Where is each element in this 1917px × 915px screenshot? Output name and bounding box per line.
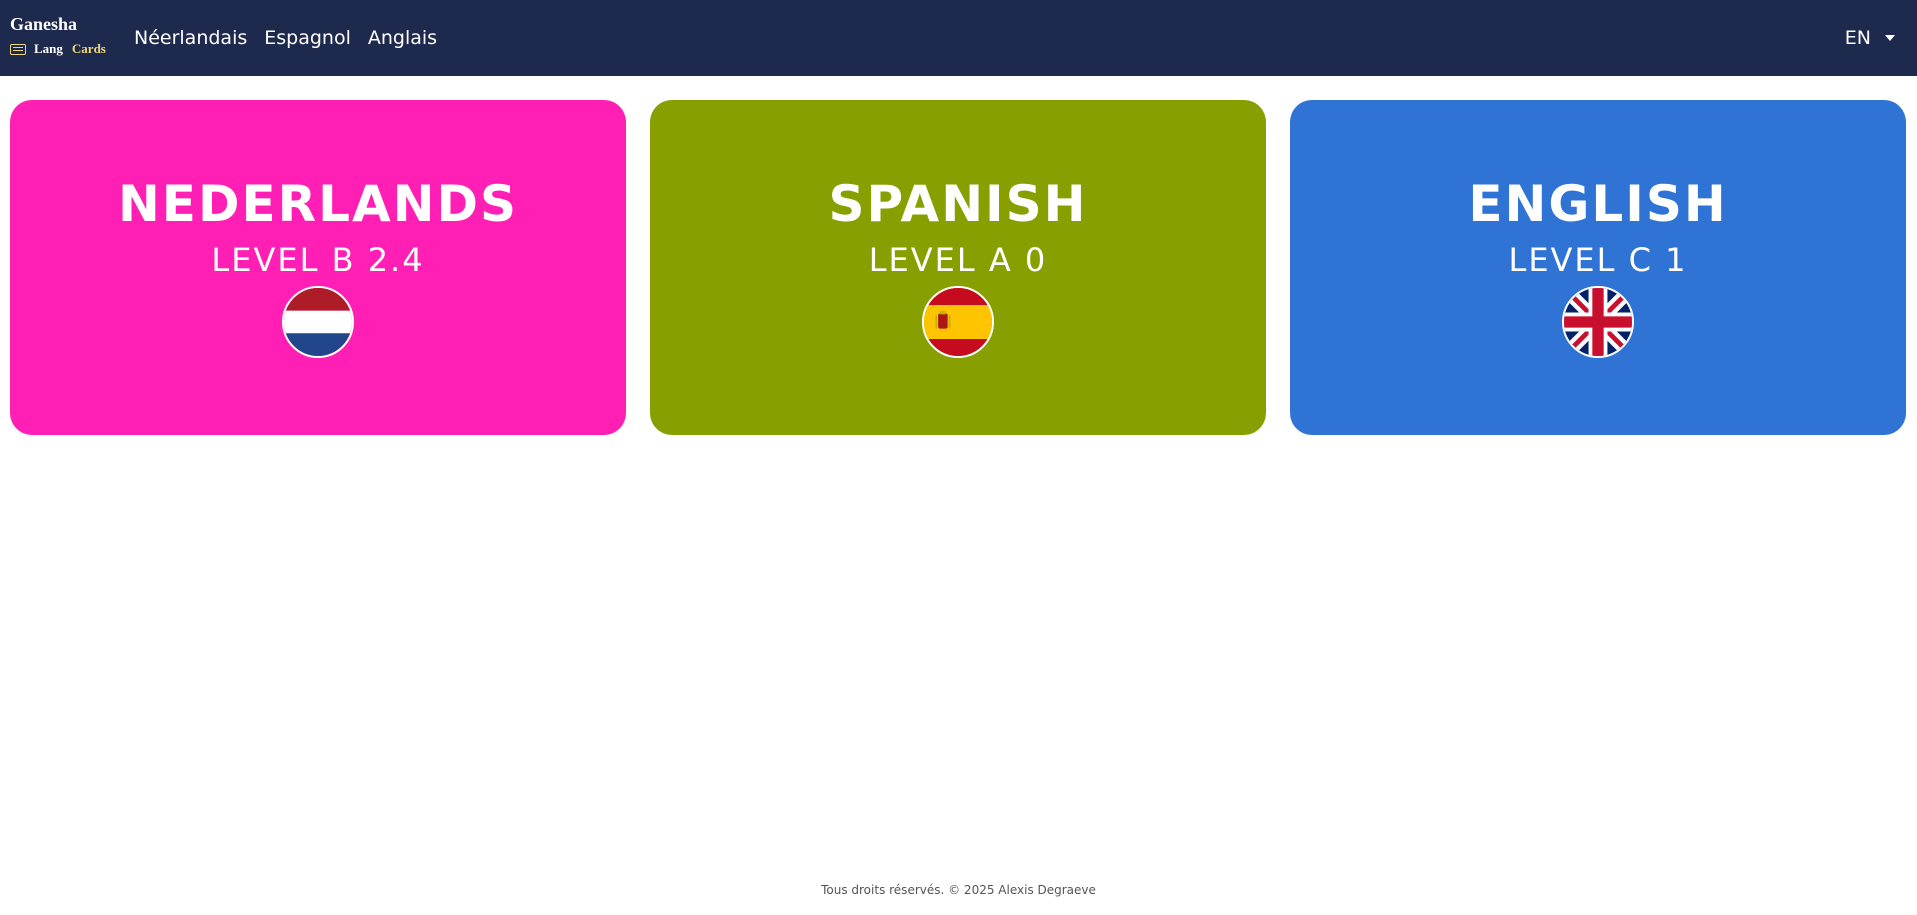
footer-copyright: Tous droits réservés. © 2025 Alexis Degr… <box>821 883 1096 897</box>
brand-cards-word: Cards <box>71 41 106 56</box>
footer: Tous droits réservés. © 2025 Alexis Degr… <box>0 883 1917 897</box>
brand-subtitle: Lang Cards <box>10 41 106 57</box>
card-level: Level B 2.4 <box>211 241 425 279</box>
language-dropdown-label: EN <box>1844 27 1871 49</box>
card-title: Nederlands <box>117 175 519 233</box>
course-card-dutch[interactable]: Nederlands Level B 2.4 <box>10 100 626 435</box>
course-card-english[interactable]: English Level C 1 <box>1290 100 1906 435</box>
nav-link-dutch[interactable]: Néerlandais <box>134 27 247 49</box>
nav-link-english[interactable]: Anglais <box>368 27 437 49</box>
brand-logo[interactable]: Ganesha Lang Cards <box>10 14 120 60</box>
uk-flag-icon <box>1562 286 1634 358</box>
top-navbar: Ganesha Lang Cards Néerlandais Espagnol … <box>0 0 1917 76</box>
card-level: Level C 1 <box>1508 241 1688 279</box>
spain-flag-icon <box>922 286 994 358</box>
chevron-down-icon <box>1885 35 1895 41</box>
nav-links: Néerlandais Espagnol Anglais <box>134 0 454 76</box>
book-icon <box>10 43 26 55</box>
card-title: Spanish <box>828 175 1088 233</box>
card-level: Level A 0 <box>868 241 1048 279</box>
course-card-spanish[interactable]: Spanish Level A 0 <box>650 100 1266 435</box>
brand-title: Ganesha <box>10 14 78 34</box>
card-title: English <box>1468 175 1728 233</box>
nav-link-spanish[interactable]: Espagnol <box>264 27 351 49</box>
brand-lang-word: Lang <box>34 41 63 56</box>
netherlands-flag-icon <box>282 286 354 358</box>
language-dropdown[interactable]: EN <box>1845 0 1895 76</box>
